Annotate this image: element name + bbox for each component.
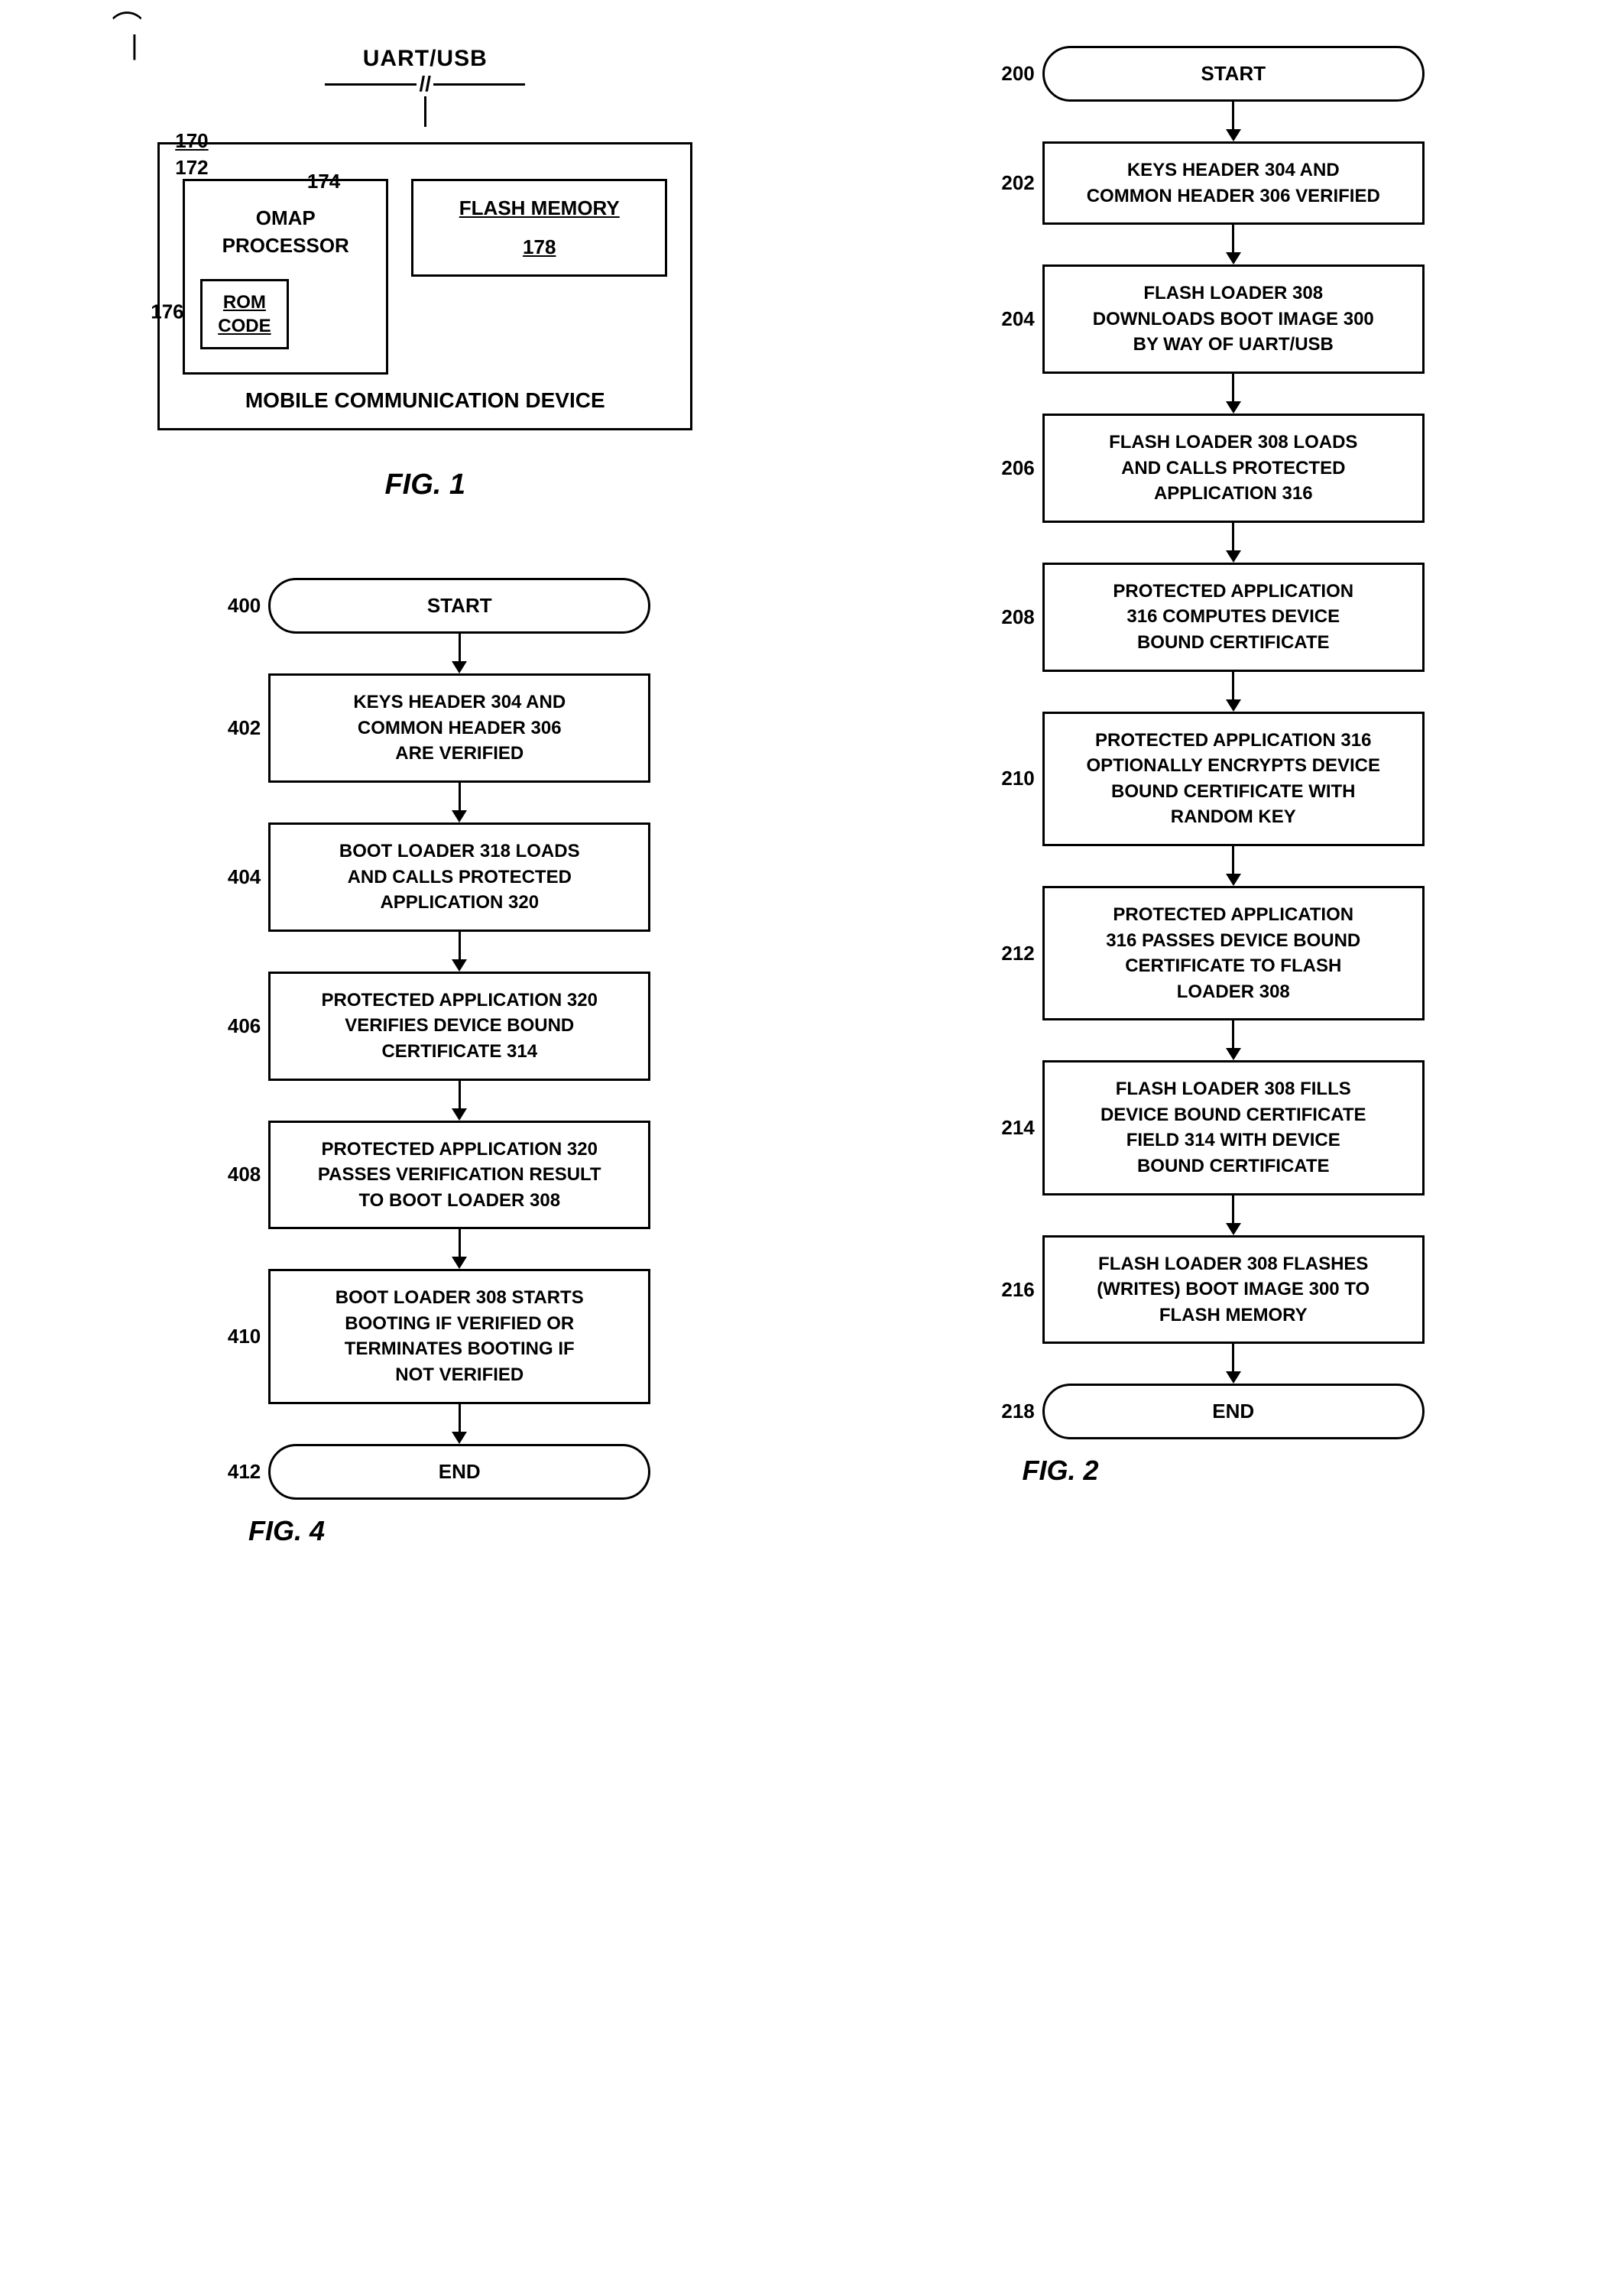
fig2-ref-5: 212	[1001, 942, 1034, 965]
flash-box: FLASH MEMORY 178	[411, 179, 667, 277]
device-num-ref: 170	[175, 129, 208, 153]
flash-label: FLASH MEMORY	[459, 196, 620, 220]
fig4-flowchart: 400 START 402	[61, 578, 789, 1500]
fig2-end-label: END	[1212, 1400, 1254, 1423]
fig2-box-0: KEYS HEADER 304 AND COMMON HEADER 306 VE…	[1042, 141, 1425, 225]
fig4-ref-1: 404	[228, 865, 261, 888]
fig4-caption: FIG. 4	[248, 1515, 325, 1546]
fig4-box-1: BOOT LOADER 318 LOADS AND CALLS PROTECTE…	[268, 822, 650, 932]
rom-box: ROM CODE	[200, 279, 288, 349]
processor-name: OMAP PROCESSOR	[200, 204, 371, 260]
device-box: 170 172 174 OMAP PROCESSOR 176	[157, 142, 692, 430]
fig2-flowchart: 200 START 202 KEYS HEADER 304 AND COMMON…	[835, 46, 1564, 1439]
fig4-end-label: END	[439, 1460, 481, 1483]
rom-label: ROM CODE	[218, 290, 271, 338]
fig1-caption: FIG. 1	[384, 469, 465, 501]
fig2-end-oval: END	[1042, 1384, 1425, 1439]
device-inner: 172 174 OMAP PROCESSOR 176 ROM CODE	[183, 167, 667, 375]
fig4-box-4: BOOT LOADER 308 STARTS BOOTING IF VERIFI…	[268, 1269, 650, 1403]
fig2-ref-1: 204	[1001, 307, 1034, 330]
fig2-ref-0: 202	[1001, 171, 1034, 194]
flash-num: 178	[523, 235, 556, 259]
fig2-box-4: PROTECTED APPLICATION 316 OPTIONALLY ENC…	[1042, 712, 1425, 846]
fig2-box-5: PROTECTED APPLICATION 316 PASSES DEVICE …	[1042, 886, 1425, 1020]
fig2-box-7: FLASH LOADER 308 FLASHES (WRITES) BOOT I…	[1042, 1235, 1425, 1345]
main-layout: UART/USB // 170	[61, 46, 1563, 1547]
fig2-box-1: FLASH LOADER 308 DOWNLOADS BOOT IMAGE 30…	[1042, 264, 1425, 374]
fig4-section: 400 START 402	[61, 578, 789, 1547]
fig1-container: UART/USB // 170	[61, 46, 789, 501]
fig2-ref-4: 210	[1001, 767, 1034, 790]
col-left: UART/USB // 170	[61, 46, 789, 1547]
col-right: 200 START 202 KEYS HEADER 304 AND COMMON…	[835, 46, 1564, 1547]
fig2-ref-7: 216	[1001, 1278, 1034, 1301]
fig4-end-oval: END	[268, 1444, 650, 1500]
fig2-start-label: START	[1201, 62, 1266, 85]
fig2-end-ref: 218	[1001, 1400, 1034, 1423]
fig2-box-3: PROTECTED APPLICATION 316 COMPUTES DEVIC…	[1042, 563, 1425, 672]
processor-ref-174: 174	[307, 170, 340, 193]
processor-ref-172: 172	[175, 156, 208, 180]
fig2-box-2: FLASH LOADER 308 LOADS AND CALLS PROTECT…	[1042, 414, 1425, 523]
fig4-ref-4: 410	[228, 1325, 261, 1348]
rom-ref: 176	[151, 300, 183, 324]
fig2-start-ref: 200	[1001, 62, 1034, 85]
processor-box: 174 OMAP PROCESSOR 176 ROM CODE	[183, 179, 388, 375]
fig2-caption: FIG. 2	[1022, 1455, 1098, 1486]
fig4-box-2: PROTECTED APPLICATION 320 VERIFIES DEVIC…	[268, 972, 650, 1081]
fig4-end-ref: 412	[228, 1460, 261, 1483]
fig4-ref-3: 408	[228, 1163, 261, 1186]
fig2-ref-6: 214	[1001, 1116, 1034, 1139]
arrow-0	[268, 634, 650, 673]
fig4-box-3: PROTECTED APPLICATION 320 PASSES VERIFIC…	[268, 1121, 650, 1230]
fig2-box-6: FLASH LOADER 308 FILLS DEVICE BOUND CERT…	[1042, 1060, 1425, 1195]
uart-label: UART/USB	[363, 46, 488, 72]
fig2-ref-2: 206	[1001, 456, 1034, 479]
fig4-ref-2: 406	[228, 1014, 261, 1037]
fig4-ref-0: 402	[228, 716, 261, 739]
fig4-box-0: KEYS HEADER 304 AND COMMON HEADER 306 AR…	[268, 673, 650, 783]
fig4-start-ref: 400	[228, 594, 261, 617]
device-bottom-label: MOBILE COMMUNICATION DEVICE	[183, 388, 667, 413]
fig2-start-oval: START	[1042, 46, 1425, 102]
fig4-start-label: START	[427, 594, 492, 617]
fig4-start-oval: START	[268, 578, 650, 634]
page: UART/USB // 170	[0, 0, 1624, 2271]
antenna-stem: |	[131, 29, 138, 61]
fig2-ref-3: 208	[1001, 605, 1034, 628]
